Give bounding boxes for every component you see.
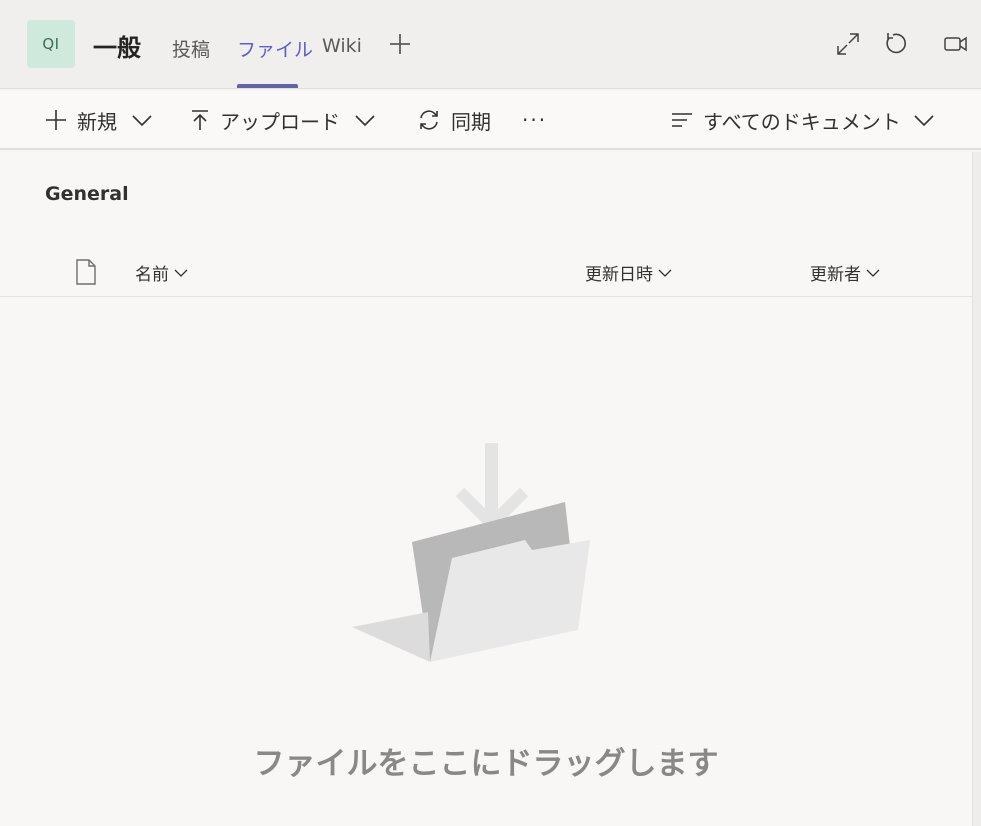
tab-wiki[interactable]: Wiki: [322, 35, 362, 57]
drop-folder-illustration: [352, 443, 590, 662]
plus-icon[interactable]: [386, 30, 414, 58]
modified-column-label: 更新日時: [585, 265, 653, 285]
meet-icon[interactable]: [942, 30, 970, 58]
name-column-label: 名前: [135, 265, 169, 285]
plus-icon: [46, 110, 66, 130]
chevron-down-icon: [132, 115, 152, 127]
new-button[interactable]: 新規: [45, 90, 153, 150]
chevron-down-icon: [914, 115, 934, 127]
upload-button[interactable]: アップロード: [190, 90, 376, 150]
view-selector[interactable]: すべてのドキュメント: [671, 90, 935, 150]
more-options-button[interactable]: ···: [522, 90, 547, 150]
new-label: 新規: [77, 109, 117, 134]
chevron-down-icon: [866, 269, 880, 277]
scrollbar[interactable]: [972, 152, 981, 826]
team-avatar[interactable]: QI: [27, 20, 75, 68]
modified-by-column-label: 更新者: [810, 265, 861, 285]
upload-label: アップロード: [220, 109, 340, 134]
filter-lines-icon: [672, 113, 692, 127]
chevron-down-icon: [355, 115, 375, 127]
folder-breadcrumb[interactable]: General: [45, 183, 129, 205]
name-column-header[interactable]: 名前: [135, 260, 189, 285]
chevron-down-icon: [658, 269, 672, 277]
tab-files[interactable]: ファイル: [237, 35, 313, 62]
view-label: すべてのドキュメント: [703, 109, 901, 134]
sync-button[interactable]: 同期: [417, 90, 491, 150]
active-tab-indicator: [237, 84, 298, 88]
sync-icon: [420, 110, 438, 130]
channel-title: 一般: [93, 34, 141, 62]
refresh-icon[interactable]: [882, 30, 910, 58]
sync-label: 同期: [451, 109, 491, 134]
channel-header: QI 一般 投稿 ファイル Wiki: [0, 0, 981, 89]
tab-posts[interactable]: 投稿: [172, 35, 210, 62]
command-bar: 新規 アップロード 同期 ··· すべてのドキュメント: [0, 90, 981, 150]
empty-state-message: ファイルをここにドラッグします: [253, 746, 719, 782]
upload-icon: [192, 110, 208, 130]
file-type-column-header[interactable]: [74, 258, 98, 286]
column-header-divider: [0, 296, 972, 297]
more-label: ···: [522, 108, 548, 132]
expand-icon[interactable]: [834, 30, 862, 58]
chevron-down-icon: [174, 269, 188, 277]
document-icon: [76, 259, 96, 285]
modified-by-column-header[interactable]: 更新者: [810, 260, 881, 285]
modified-column-header[interactable]: 更新日時: [585, 260, 673, 285]
